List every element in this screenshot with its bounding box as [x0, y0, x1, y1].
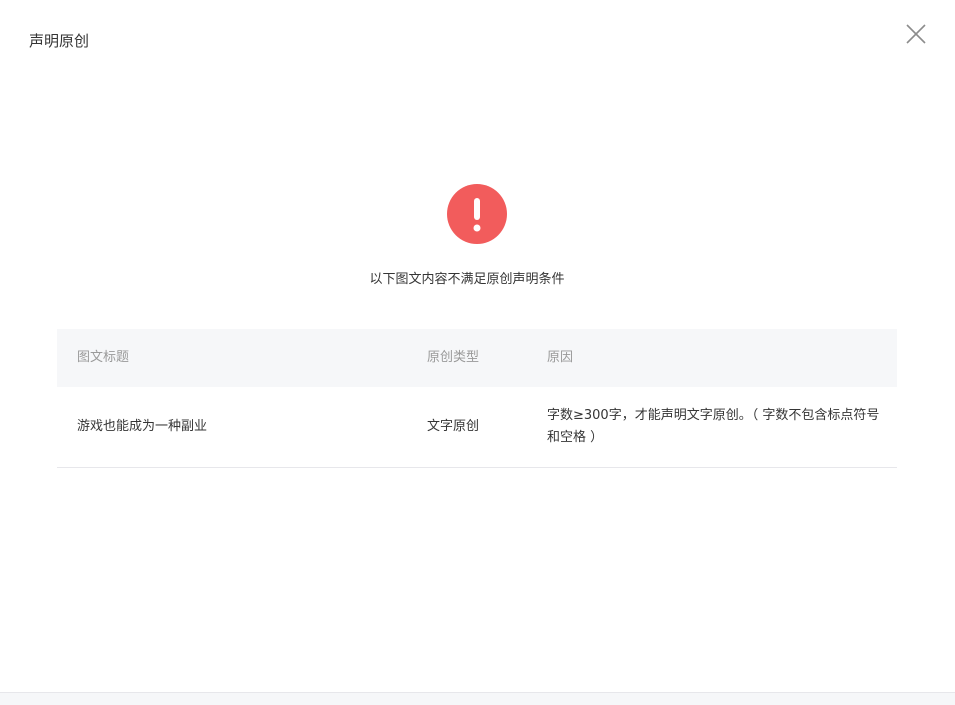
cell-original-type: 文字原创: [427, 419, 480, 434]
dialog-title: 声明原创: [29, 32, 90, 50]
dialog-footer: [0, 692, 955, 705]
close-icon: [906, 24, 926, 44]
header-original-type: 原创类型: [427, 350, 480, 365]
cell-reason: 字数≥300字，才能声明文字原创。（ 字数不包含标点符号和空格 ）: [547, 408, 880, 445]
cell-article-title: 游戏也能成为一种副业: [77, 419, 208, 434]
table-header: 图文标题 原创类型 原因: [57, 329, 897, 387]
ineligible-articles-table: 图文标题 原创类型 原因 游戏也能成为一种副业 文字原创 字数≥300字，才能声…: [57, 329, 897, 468]
original-claim-dialog: 声明原创 以下图文内容不满足原创声明条件 图文标题 原创类型 原因 游戏也能成为…: [0, 0, 955, 705]
close-button[interactable]: [902, 20, 930, 48]
header-article-title: 图文标题: [77, 350, 130, 365]
header-reason: 原因: [547, 350, 574, 365]
table-row: 游戏也能成为一种副业 文字原创 字数≥300字，才能声明文字原创。（ 字数不包含…: [57, 387, 897, 468]
exclamation-icon: [447, 184, 507, 244]
alert-message: 以下图文内容不满足原创声明条件: [369, 272, 565, 287]
